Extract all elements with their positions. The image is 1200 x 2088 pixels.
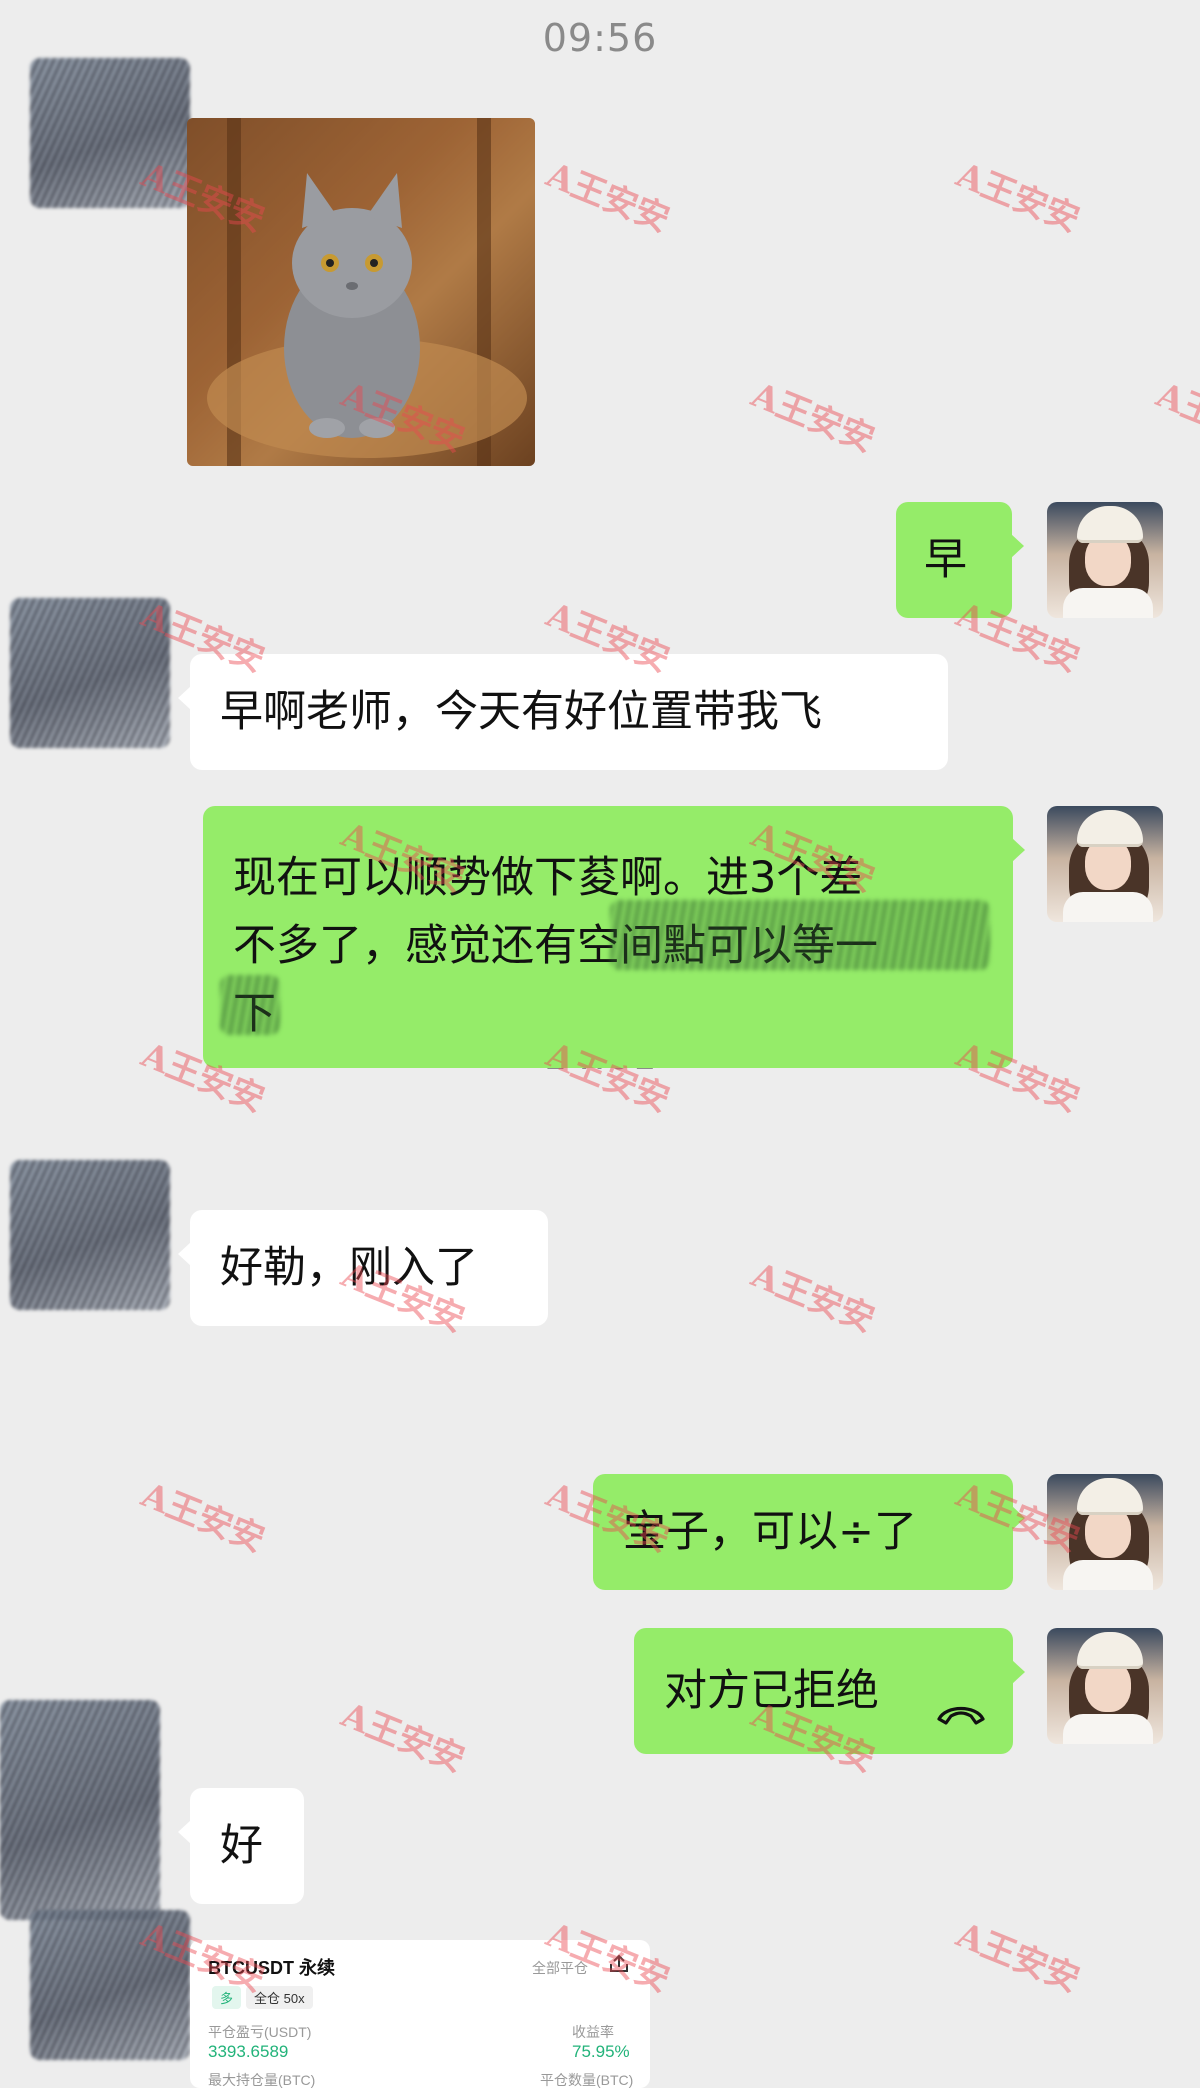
roi-value: 75.95% — [572, 2042, 630, 2061]
timestamp: 09:56 — [542, 16, 658, 60]
message-text: 早啊老师，今天有好位置带我飞 — [220, 687, 822, 737]
phone-hangup-icon — [936, 1680, 986, 1746]
card-top-right-label: 全部平仓 — [532, 1960, 588, 1976]
watermark: A王安安 — [540, 155, 675, 241]
contact-avatar[interactable] — [10, 1160, 170, 1310]
margin-mode-tag: 全仓 50x — [246, 1986, 313, 2009]
message-bubble-received[interactable]: 早啊老师，今天有好位置带我飞 — [178, 654, 948, 770]
message-bubble-sent[interactable]: 现在可以顺势做下荾啊。进3个差 不多了，感觉还有空间點可以等一 下 — [203, 806, 1025, 1068]
pnl-label: 平仓盈亏(USDT) — [208, 2024, 312, 2040]
max-hold-label: 最大持仓量(BTC) — [208, 2072, 316, 2088]
message-bubble-sent[interactable]: 宝子，可以÷了 — [593, 1474, 1025, 1590]
watermark: A王安安 — [950, 155, 1085, 241]
message-bubble-received[interactable]: 好勒，刚入了 — [178, 1210, 548, 1326]
my-avatar[interactable] — [1047, 806, 1163, 922]
watermark: A王安安 — [135, 1475, 270, 1561]
roi-label: 收益率 — [572, 2024, 614, 2040]
message-text: 早 — [924, 535, 967, 585]
watermark: A王安安 — [745, 375, 880, 461]
close-qty-label: 平仓数量(BTC) — [540, 2072, 634, 2088]
message-text: 好 — [220, 1821, 263, 1871]
pnl-value: 3393.6589 — [208, 2042, 289, 2061]
watermark: A王安安 — [745, 1255, 880, 1341]
message-text: 宝子，可以÷了 — [623, 1507, 918, 1557]
call-status-bubble[interactable]: 对方已拒绝 — [634, 1628, 1025, 1754]
card-title: BTCUSDT 永续 — [208, 1958, 335, 1978]
watermark: A王安安 — [335, 1695, 470, 1781]
message-text: 好勒，刚入了 — [220, 1243, 478, 1293]
my-avatar[interactable] — [1047, 1628, 1163, 1744]
watermark: A王安安 — [1150, 375, 1200, 461]
watermark: A王安安 — [950, 1915, 1085, 2001]
my-avatar[interactable] — [1047, 1474, 1163, 1590]
call-status-text: 对方已拒绝 — [664, 1666, 879, 1716]
cat-photo[interactable] — [187, 118, 535, 466]
message-bubble-sent[interactable]: 早 — [896, 502, 1024, 618]
contact-avatar[interactable] — [0, 1700, 160, 1920]
share-icon — [608, 1954, 630, 1979]
message-text-line: 现在可以顺势做下荾啊。进3个差 — [233, 853, 863, 903]
contact-avatar[interactable] — [10, 598, 170, 748]
message-text-line: 下 — [233, 989, 276, 1039]
trade-screenshot-card[interactable]: BTCUSDT 永续 全部平仓 多 全仓 50x 平仓盈亏(USDT) 3393… — [190, 1940, 650, 2088]
contact-avatar[interactable] — [30, 1910, 190, 2060]
message-text-line: 不多了，感觉还有空间點可以等一 — [233, 921, 878, 971]
my-avatar[interactable] — [1047, 502, 1163, 618]
contact-avatar[interactable] — [30, 58, 190, 208]
cat-illustration — [187, 118, 535, 466]
message-bubble-received[interactable]: 好 — [178, 1788, 304, 1904]
position-side-tag: 多 — [212, 1986, 242, 2009]
